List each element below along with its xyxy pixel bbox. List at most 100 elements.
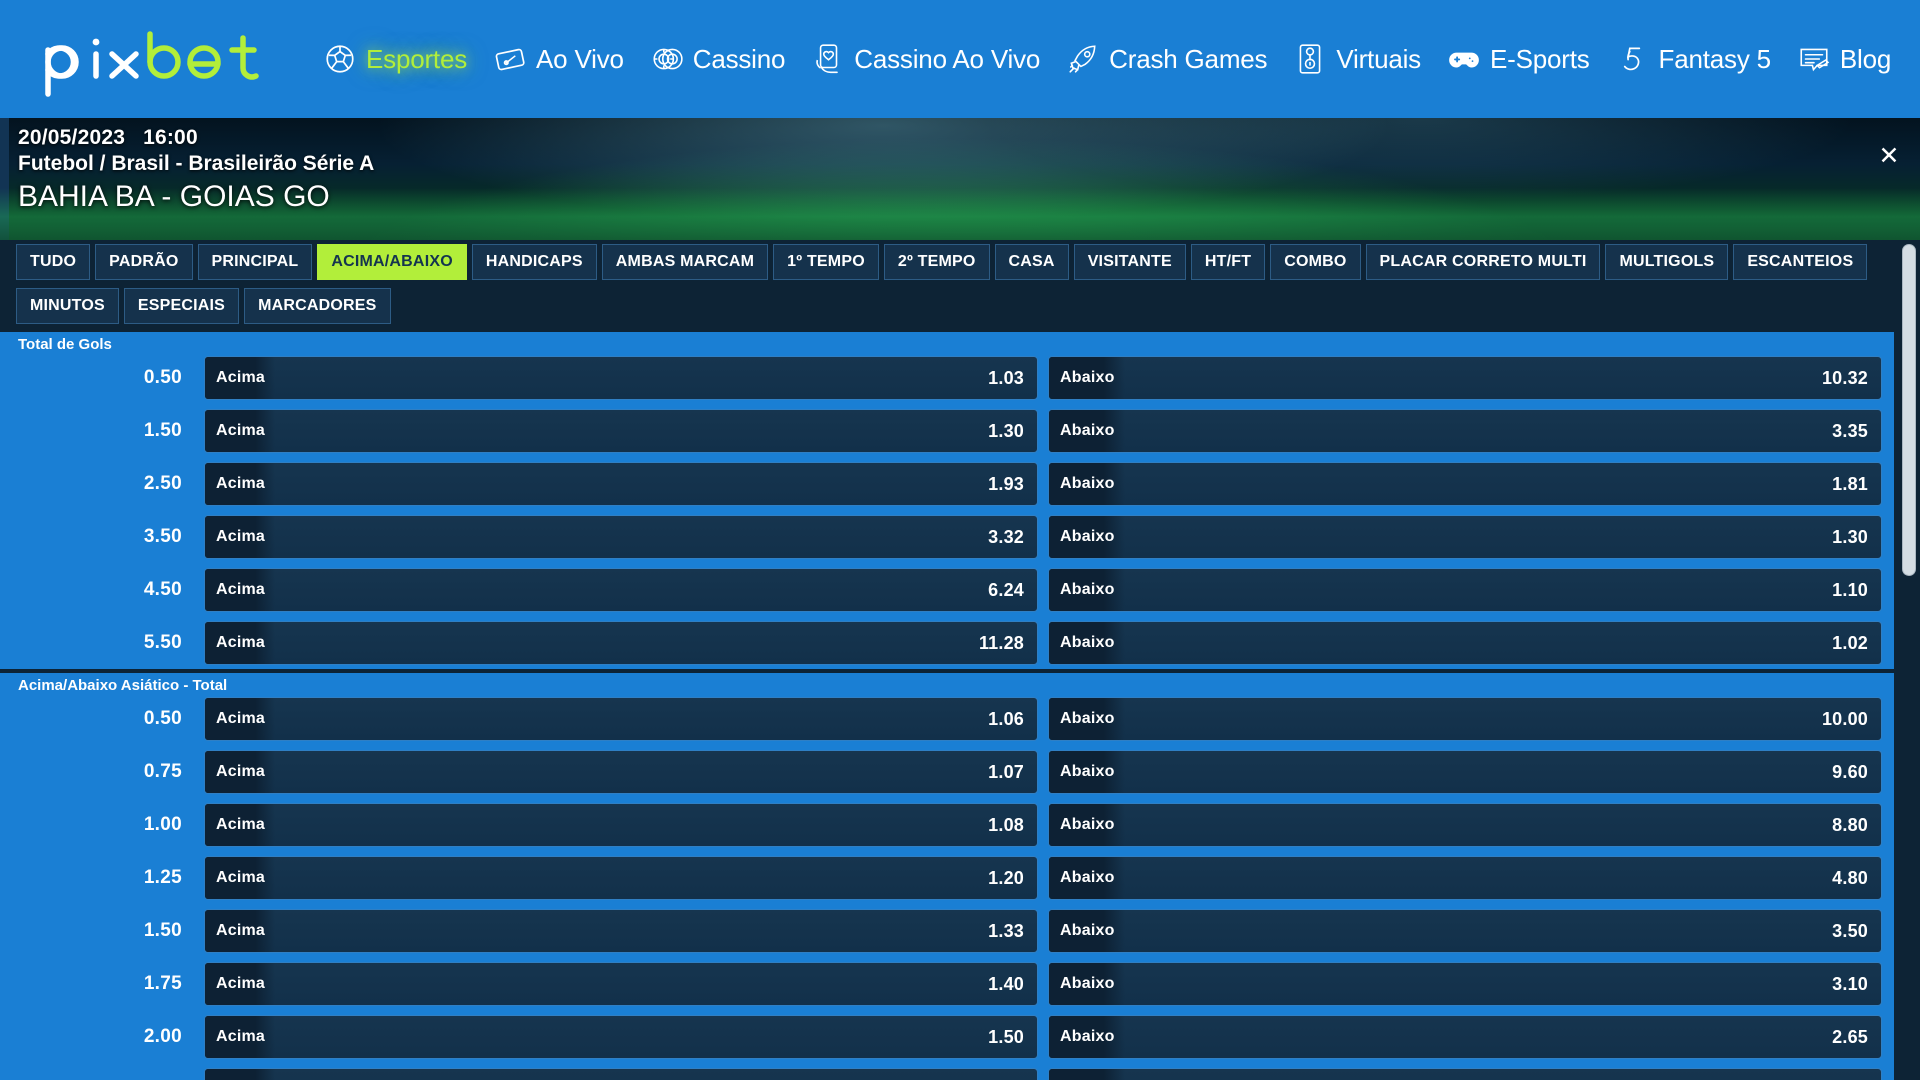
- under-odds-button[interactable]: Abaixo 1.30: [1048, 515, 1882, 559]
- tab-principal[interactable]: PRINCIPAL: [197, 244, 313, 280]
- outcome-label: Acima: [205, 569, 276, 611]
- over-odds-button[interactable]: Acima 6.24: [204, 568, 1038, 612]
- tab-1-tempo[interactable]: 1º TEMPO: [773, 244, 879, 280]
- breadcrumb: Futebol / Brasil - Brasileirão Série A: [18, 152, 375, 175]
- odds-value: 1.07: [988, 761, 1024, 782]
- market-line-value: 1.50: [143, 920, 182, 941]
- market-row: 1.75 Acima 1.40 Abaixo 3.10: [0, 962, 1894, 1006]
- live-casino-cards-icon: [811, 42, 845, 76]
- under-odds-button[interactable]: Abaixo 9.60: [1048, 750, 1882, 794]
- casino-chip-icon: [650, 42, 684, 76]
- nav-item-ao-vivo[interactable]: Ao Vivo: [480, 0, 637, 118]
- outcome-label: Abaixo: [1049, 463, 1125, 505]
- outcome-label: Acima: [205, 410, 276, 452]
- under-odds-button[interactable]: Abaixo 10.00: [1048, 697, 1882, 741]
- market-row: 1.00 Acima 1.08 Abaixo 8.80: [0, 803, 1894, 847]
- under-odds-button[interactable]: Abaixo2.30: [1048, 1068, 1882, 1080]
- over-odds-button[interactable]: Acima 1.03: [204, 356, 1038, 400]
- match-time: 16:00: [143, 126, 198, 149]
- top-navigation-bar: Esportes Ao Vivo Cassino Cassino Ao Vivo…: [0, 0, 1920, 118]
- outcome-label: Acima: [205, 516, 276, 558]
- over-odds-button[interactable]: Acima 11.28: [204, 621, 1038, 665]
- outcome-label: Abaixo: [1049, 1016, 1125, 1058]
- market-line-value: 1.75: [143, 973, 182, 994]
- under-odds-button[interactable]: Abaixo 1.81: [1048, 462, 1882, 506]
- nav-item-crash-games[interactable]: Crash Games: [1053, 0, 1280, 118]
- market-section-body: 0.50 Acima 1.06 Abaixo 10.00 0.75 Acima 1.07 Aba…: [0, 697, 1894, 1080]
- tab-multigols[interactable]: MULTIGOLS: [1605, 244, 1729, 280]
- nav-item-fantasy-5[interactable]: Fantasy 5: [1603, 0, 1784, 118]
- match-date: 20/05/2023: [18, 126, 126, 149]
- outcome-label: Abaixo: [1049, 622, 1125, 664]
- tab-handicaps[interactable]: HANDICAPS: [471, 244, 597, 280]
- outcome-label: Acima: [205, 804, 276, 846]
- tab-escanteios[interactable]: ESCANTEIOS: [1733, 244, 1868, 280]
- tab-casa[interactable]: CASA: [994, 244, 1069, 280]
- tab-especiais[interactable]: ESPECIAIS: [123, 288, 240, 324]
- odds-value: 3.10: [1832, 973, 1868, 994]
- odds-value: 8.80: [1832, 814, 1868, 835]
- market-line-value: 1.00: [143, 814, 182, 835]
- nav-item-esportes[interactable]: Esportes: [310, 0, 480, 118]
- under-odds-button[interactable]: Abaixo 3.10: [1048, 962, 1882, 1006]
- outcome-label: Acima: [205, 857, 276, 899]
- odds-value: 1.50: [988, 1026, 1024, 1047]
- page-title: BAHIA BA - GOIAS GO: [18, 180, 330, 213]
- under-odds-button[interactable]: Abaixo 3.35: [1048, 409, 1882, 453]
- over-odds-button[interactable]: Acima 1.93: [204, 462, 1038, 506]
- over-odds-button[interactable]: Acima 1.40: [204, 962, 1038, 1006]
- nav-item-blog[interactable]: Blog: [1784, 0, 1904, 118]
- over-odds-button[interactable]: Acima 1.07: [204, 750, 1038, 794]
- nav-item-cassino[interactable]: Cassino: [637, 0, 799, 118]
- close-icon[interactable]: ✕: [1874, 140, 1904, 170]
- outcome-label: Acima: [205, 910, 276, 952]
- tab-placar-correto-multi[interactable]: PLACAR CORRETO MULTI: [1365, 244, 1601, 280]
- under-odds-button[interactable]: Abaixo 1.02: [1048, 621, 1882, 665]
- market-line-value: 2.50: [143, 473, 182, 494]
- market-row: 0.75 Acima 1.07 Abaixo 9.60: [0, 750, 1894, 794]
- market-row: 4.50 Acima 6.24 Abaixo 1.10: [0, 568, 1894, 612]
- market-line-value: 5.50: [143, 632, 182, 653]
- match-banner-text: 20/05/2023 16:00 Futebol / Brasil - Brasi…: [18, 126, 374, 214]
- odds-value: 9.60: [1832, 761, 1868, 782]
- over-odds-button[interactable]: Acima 1.08: [204, 803, 1038, 847]
- markets-scroll-area[interactable]: TUDO PADRÃO PRINCIPAL ACIMA/ABAIXO HANDICAPS…: [0, 240, 1920, 1080]
- over-odds-button[interactable]: Acima1.62: [204, 1068, 1038, 1080]
- tab-tudo[interactable]: TUDO: [16, 244, 91, 280]
- markets-list: Total de Gols 0.50 Acima 1.03 Abaixo 10.32 1.5…: [0, 332, 1894, 1080]
- odds-value: 4.80: [1832, 867, 1868, 888]
- under-odds-button[interactable]: Abaixo 8.80: [1048, 803, 1882, 847]
- tab-minutos[interactable]: MINUTOS: [16, 288, 119, 324]
- under-odds-button[interactable]: Abaixo 4.80: [1048, 856, 1882, 900]
- nav-label: Cassino: [692, 44, 786, 74]
- tab-ht-ft[interactable]: HT/FT: [1190, 244, 1266, 280]
- tab-ambas-marcam[interactable]: AMBAS MARCAM: [601, 244, 769, 280]
- over-odds-button[interactable]: Acima 1.06: [204, 697, 1038, 741]
- nav-item-virtuais[interactable]: Virtuais: [1280, 0, 1434, 118]
- outcome-label: Acima: [205, 963, 276, 1005]
- pixbet-logo[interactable]: [38, 20, 296, 98]
- nav-label: Fantasy 5: [1658, 44, 1772, 74]
- over-odds-button[interactable]: Acima 1.33: [204, 909, 1038, 953]
- nav-item-e-sports[interactable]: E-Sports: [1434, 0, 1603, 118]
- under-odds-button[interactable]: Abaixo 2.65: [1048, 1015, 1882, 1059]
- tab-marcadores[interactable]: MARCADORES: [244, 288, 391, 324]
- tab-padr-o[interactable]: PADRÃO: [95, 244, 193, 280]
- tab-visitante[interactable]: VISITANTE: [1073, 244, 1186, 280]
- nav-item-cassino-ao-vivo[interactable]: Cassino Ao Vivo: [798, 0, 1053, 118]
- odds-value: 1.30: [988, 420, 1024, 441]
- scrollbar-thumb[interactable]: [1902, 244, 1916, 576]
- under-odds-button[interactable]: Abaixo 1.10: [1048, 568, 1882, 612]
- under-odds-button[interactable]: Abaixo 3.50: [1048, 909, 1882, 953]
- over-odds-button[interactable]: Acima 1.30: [204, 409, 1038, 453]
- over-odds-button[interactable]: Acima 1.50: [204, 1015, 1038, 1059]
- under-odds-button[interactable]: Abaixo 10.32: [1048, 356, 1882, 400]
- over-odds-button[interactable]: Acima 1.20: [204, 856, 1038, 900]
- tab-acima-abaixo[interactable]: ACIMA/ABAIXO: [317, 244, 467, 280]
- soccer-ball-icon: [323, 42, 357, 76]
- over-odds-button[interactable]: Acima 3.32: [204, 515, 1038, 559]
- tab-2-tempo[interactable]: 2º TEMPO: [883, 244, 990, 280]
- tab-combo[interactable]: COMBO: [1270, 244, 1361, 280]
- vertical-scrollbar[interactable]: [1902, 240, 1916, 1080]
- outcome-label: Acima: [205, 463, 276, 505]
